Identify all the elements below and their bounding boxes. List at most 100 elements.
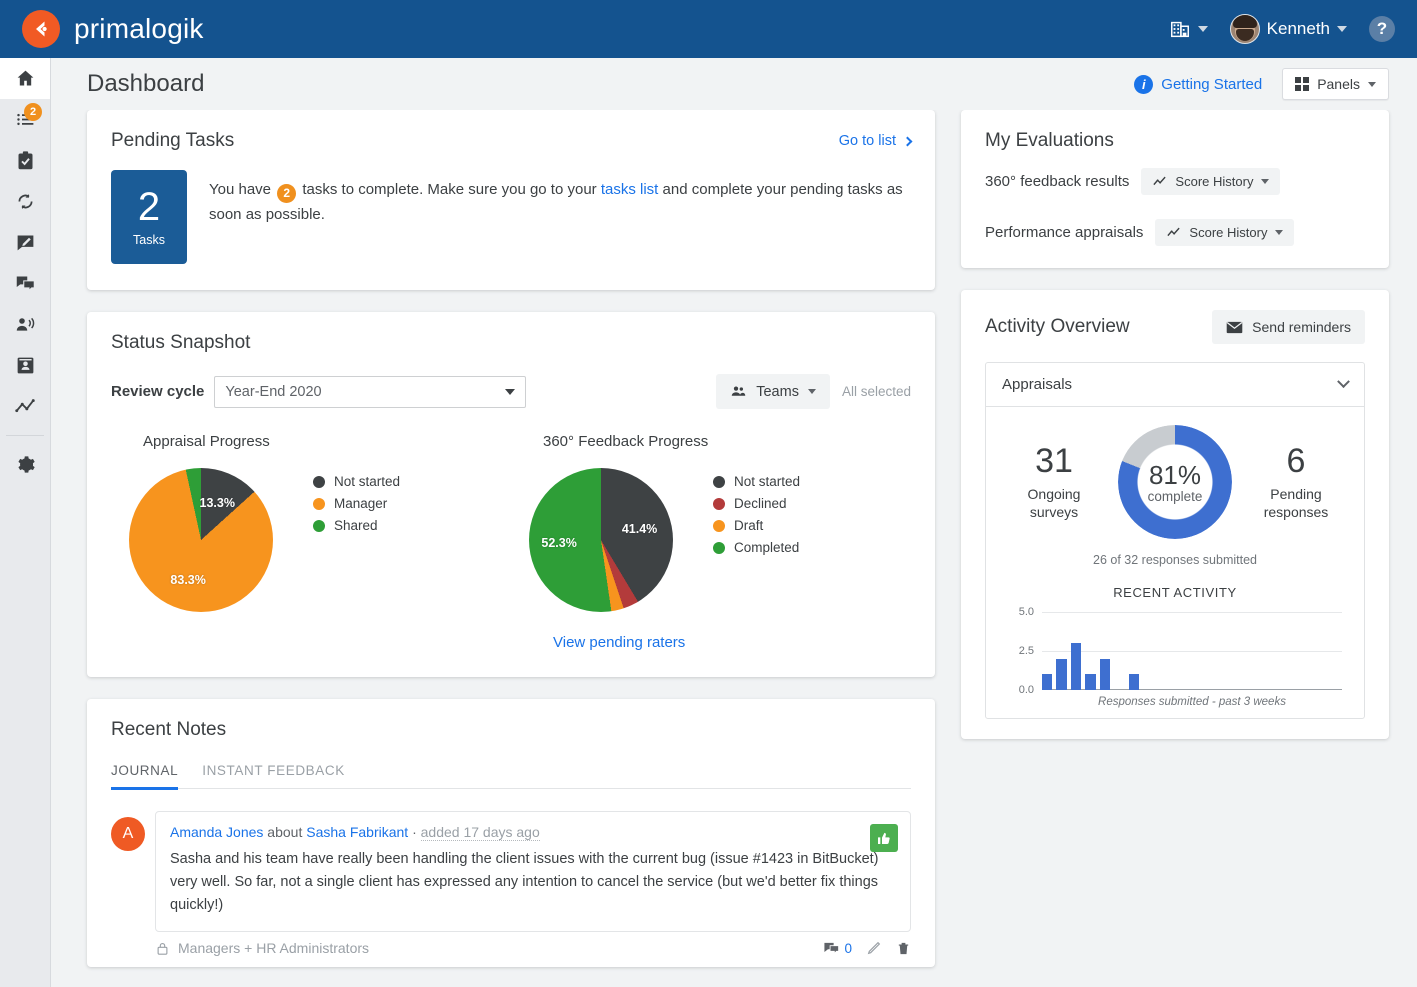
thumbs-up-icon[interactable] bbox=[870, 824, 898, 852]
activity-overview-header: Activity Overview Send reminders bbox=[985, 310, 1365, 344]
tasks-badge: 2 bbox=[24, 103, 42, 121]
panels-grid-icon bbox=[1295, 77, 1309, 91]
brand-logo-area[interactable]: primalogik bbox=[22, 10, 204, 48]
score-history-label: Score History bbox=[1189, 225, 1267, 240]
chevron-down-icon bbox=[1337, 26, 1347, 32]
sidebar-item-directory[interactable] bbox=[0, 345, 50, 386]
bar bbox=[1056, 659, 1066, 690]
appraisal-progress-chart: Appraisal Progress 13.3% 83.3% Not start… bbox=[111, 433, 511, 651]
score-history-button-appraisals[interactable]: Score History bbox=[1155, 219, 1294, 246]
teams-label: Teams bbox=[756, 384, 799, 400]
legend-swatch-icon bbox=[713, 542, 725, 554]
sidebar-item-feedback[interactable] bbox=[0, 263, 50, 304]
appraisal-pie: 13.3% 83.3% bbox=[129, 468, 273, 612]
delete-icon[interactable] bbox=[896, 940, 911, 957]
sidebar-item-tasks[interactable]: 2 bbox=[0, 99, 50, 140]
building-icon bbox=[1169, 18, 1191, 40]
chevron-down-icon bbox=[1337, 375, 1350, 388]
activity-overview-title: Activity Overview bbox=[985, 316, 1130, 338]
note-body: Sasha and his team have really been hand… bbox=[170, 848, 896, 917]
top-navigation-bar: primalogik bbox=[0, 0, 1417, 58]
note-meta: Amanda Jones about Sasha Fabrikant · add… bbox=[170, 824, 896, 840]
left-column: Pending Tasks Go to list 2 Tasks You hav… bbox=[87, 110, 935, 987]
pending-tasks-header: Pending Tasks Go to list bbox=[111, 130, 911, 152]
ytick-2-5: 2.5 bbox=[1019, 645, 1034, 657]
user-menu[interactable]: Kenneth bbox=[1230, 14, 1347, 44]
sidebar-item-settings[interactable] bbox=[0, 444, 50, 485]
sidebar-item-announcements[interactable] bbox=[0, 304, 50, 345]
legend-item: Not started bbox=[713, 474, 800, 489]
edit-icon[interactable] bbox=[866, 940, 882, 956]
sidebar-divider bbox=[6, 435, 44, 436]
note-author-link[interactable]: Amanda Jones bbox=[170, 824, 263, 840]
donut-sublabel: complete bbox=[1148, 489, 1203, 504]
note-footer: Managers + HR Administrators 0 bbox=[155, 940, 911, 967]
score-history-button-360[interactable]: Score History bbox=[1141, 168, 1280, 195]
donut-percent: 81% bbox=[1149, 460, 1201, 491]
note-avatar: A bbox=[111, 817, 145, 851]
review-cycle-select[interactable]: Year-End 2020 bbox=[214, 376, 526, 408]
view-pending-raters-link[interactable]: View pending raters bbox=[553, 634, 911, 651]
task-count-value: 2 bbox=[138, 187, 160, 227]
pending-responses-value: 6 bbox=[1250, 443, 1342, 480]
snapshot-controls: Review cycle Year-End 2020 bbox=[111, 374, 911, 409]
task-count-label: Tasks bbox=[133, 233, 165, 247]
recent-activity-yaxis: 5.0 2.5 0.0 bbox=[1008, 612, 1040, 690]
getting-started-link[interactable]: i Getting Started bbox=[1134, 75, 1262, 94]
ytick-5: 5.0 bbox=[1019, 606, 1034, 618]
contact-card-icon bbox=[15, 355, 36, 376]
note-bubble: Amanda Jones about Sasha Fabrikant · add… bbox=[155, 811, 911, 932]
chat-icon bbox=[15, 273, 36, 294]
legend-label: Manager bbox=[334, 496, 387, 511]
sidebar-item-cycles[interactable] bbox=[0, 181, 50, 222]
chevron-down-icon bbox=[1261, 179, 1269, 184]
legend-item: Manager bbox=[313, 496, 400, 511]
legend-swatch-icon bbox=[313, 520, 325, 532]
teams-button[interactable]: Teams bbox=[716, 374, 830, 409]
panels-button[interactable]: Panels bbox=[1282, 68, 1389, 100]
activity-stats: 31 Ongoing surveys 6 bbox=[986, 407, 1364, 718]
lock-icon bbox=[155, 941, 170, 956]
send-reminders-button[interactable]: Send reminders bbox=[1212, 310, 1365, 344]
legend-swatch-icon bbox=[713, 476, 725, 488]
feedback-progress-chart: 360° Feedback Progress 41.4% 52.3% Not s… bbox=[511, 433, 911, 651]
donut-center-label: 81% complete bbox=[1118, 425, 1232, 539]
pending-responses-label-1: Pending bbox=[1270, 486, 1321, 502]
ongoing-surveys-value: 31 bbox=[1008, 443, 1100, 480]
sidebar-item-home[interactable] bbox=[0, 58, 50, 99]
appraisal-pie-wrap: 13.3% 83.3% Not startedManagerShared bbox=[111, 468, 511, 612]
evaluations-appraisals-header: Performance appraisals Score History bbox=[985, 219, 1365, 246]
trend-line-icon bbox=[14, 396, 36, 418]
legend-label: Not started bbox=[734, 474, 800, 489]
recent-notes-card: Recent Notes JOURNAL INSTANT FEEDBACK A bbox=[87, 699, 935, 967]
sidebar-item-appraisals[interactable] bbox=[0, 140, 50, 181]
tab-journal[interactable]: JOURNAL bbox=[111, 763, 178, 788]
note-about-word: about bbox=[267, 824, 302, 840]
pending-tasks-message: You have 2 tasks to complete. Make sure … bbox=[209, 170, 911, 264]
legend-label: Declined bbox=[734, 496, 787, 511]
task-count-tile[interactable]: 2 Tasks bbox=[111, 170, 187, 264]
responses-submitted-line: 26 of 32 responses submitted bbox=[1000, 553, 1350, 567]
tasks-list-link[interactable]: tasks list bbox=[601, 181, 659, 198]
chevron-down-icon bbox=[808, 389, 816, 394]
review-cycle-value: Year-End 2020 bbox=[225, 384, 321, 400]
note-subject-link[interactable]: Sasha Fabrikant bbox=[306, 824, 408, 840]
feedback-pie-label-completed: 52.3% bbox=[541, 536, 576, 550]
envelope-icon bbox=[1226, 321, 1243, 334]
legend-item: Draft bbox=[713, 518, 800, 533]
chevron-right-icon bbox=[903, 136, 913, 146]
page-header: Dashboard i Getting Started Panels bbox=[51, 58, 1417, 110]
sidebar-item-reports[interactable] bbox=[0, 386, 50, 427]
dashboard-content: Pending Tasks Go to list 2 Tasks You hav… bbox=[51, 110, 1417, 987]
activity-type-select[interactable]: Appraisals bbox=[986, 363, 1364, 407]
note-comments[interactable]: 0 bbox=[823, 940, 852, 957]
score-history-label: Score History bbox=[1175, 174, 1253, 189]
tab-instant-feedback[interactable]: INSTANT FEEDBACK bbox=[202, 763, 345, 788]
help-button[interactable]: ? bbox=[1369, 16, 1395, 42]
go-to-list-link[interactable]: Go to list bbox=[839, 133, 911, 149]
clipboard-check-icon bbox=[15, 150, 36, 171]
evaluations-360-header: 360° feedback results Score History bbox=[985, 168, 1365, 195]
sidebar-item-notes[interactable] bbox=[0, 222, 50, 263]
company-switcher[interactable] bbox=[1169, 18, 1208, 40]
chevron-down-icon bbox=[1368, 82, 1376, 87]
